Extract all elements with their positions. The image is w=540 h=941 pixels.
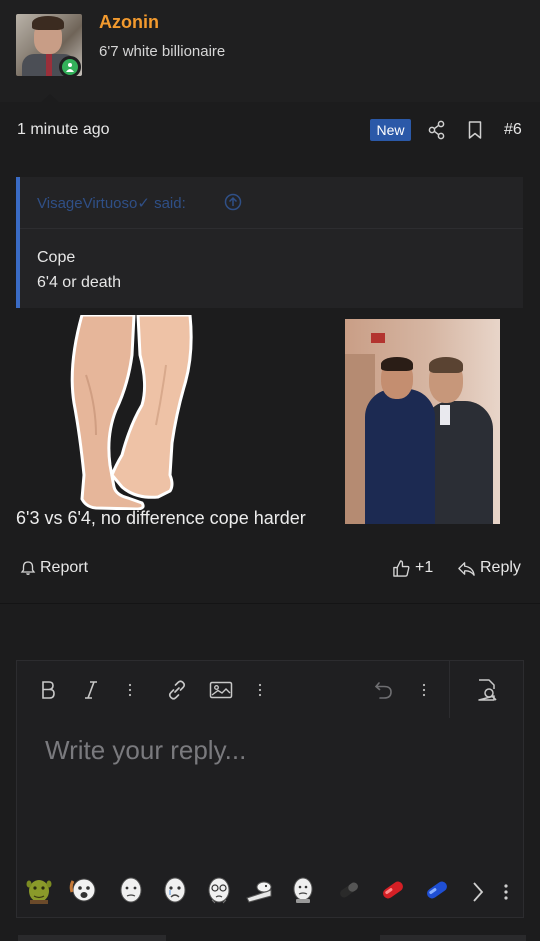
editor-toolbar	[17, 661, 523, 719]
more-smilies-icon[interactable]	[503, 882, 509, 902]
online-status-icon	[59, 56, 81, 78]
italic-icon[interactable]	[81, 677, 101, 703]
glasses-wojak-smilie[interactable]	[205, 876, 233, 904]
bookmark-icon[interactable]	[466, 120, 484, 140]
smilie-bar	[17, 869, 523, 913]
report-button[interactable]: Report	[20, 556, 88, 580]
post-user-header: Azonin 6'7 white billionaire	[0, 0, 540, 102]
quote-line: Cope	[37, 249, 76, 266]
more-options-icon[interactable]	[125, 677, 135, 703]
like-button[interactable]: +1	[392, 556, 433, 580]
username[interactable]: Azonin	[99, 12, 159, 33]
quote-author[interactable]: VisageVirtuoso✓ said:	[37, 194, 186, 212]
soyjak-smilie[interactable]	[69, 876, 97, 904]
red-pill[interactable]	[379, 876, 407, 904]
preview-button[interactable]	[449, 661, 523, 718]
more-options-icon[interactable]	[419, 677, 429, 703]
reply-label: Reply	[480, 559, 521, 576]
image-icon[interactable]	[209, 677, 233, 703]
new-badge: New	[370, 119, 411, 141]
reply-editor: Write your reply...	[16, 660, 524, 918]
header-pointer	[40, 94, 60, 103]
quote-header: VisageVirtuoso✓ said:	[20, 177, 523, 229]
reply-icon	[458, 561, 475, 576]
share-icon[interactable]	[428, 120, 446, 140]
shrek-smilie[interactable]	[25, 876, 53, 904]
bold-icon[interactable]	[37, 677, 59, 703]
suits-photo[interactable]	[345, 319, 500, 524]
preview-icon	[477, 678, 497, 701]
reply-button[interactable]: Reply	[457, 556, 521, 580]
reply-input[interactable]: Write your reply...	[45, 735, 246, 766]
more-options-icon[interactable]	[255, 677, 265, 703]
chevron-right-icon[interactable]	[471, 881, 485, 903]
black-pill[interactable]	[335, 876, 363, 904]
legs-image[interactable]	[66, 313, 194, 511]
lying-smilie[interactable]	[245, 876, 273, 904]
quote-block: VisageVirtuoso✓ said: Cope 6'4 or death	[16, 177, 523, 308]
bottom-button-edge[interactable]	[18, 935, 166, 941]
quote-line: 6'4 or death	[37, 274, 122, 291]
post-number[interactable]: #6	[504, 121, 522, 139]
like-count: +1	[415, 559, 434, 576]
undo-icon[interactable]	[372, 677, 396, 703]
user-title: 6'7 white billionaire	[99, 43, 226, 60]
link-icon[interactable]	[165, 677, 189, 703]
blue-pill[interactable]	[423, 876, 451, 904]
bell-icon	[20, 561, 36, 575]
crying-wojak-smilie[interactable]	[161, 876, 189, 904]
jump-to-quote-icon[interactable]	[224, 193, 242, 211]
wojak-smilie[interactable]	[117, 876, 145, 904]
thumbs-up-icon	[393, 559, 410, 577]
bottom-button-edge[interactable]	[380, 935, 526, 941]
divider	[0, 603, 540, 604]
coping-smilie[interactable]	[289, 876, 317, 904]
post-time[interactable]: 1 minute ago	[17, 121, 110, 139]
post-text: 6'3 vs 6'4, no difference cope harder	[16, 508, 306, 528]
post-meta-row: 1 minute ago New #6	[0, 110, 540, 150]
quote-body: Cope 6'4 or death	[37, 245, 121, 295]
report-label: Report	[40, 559, 89, 576]
